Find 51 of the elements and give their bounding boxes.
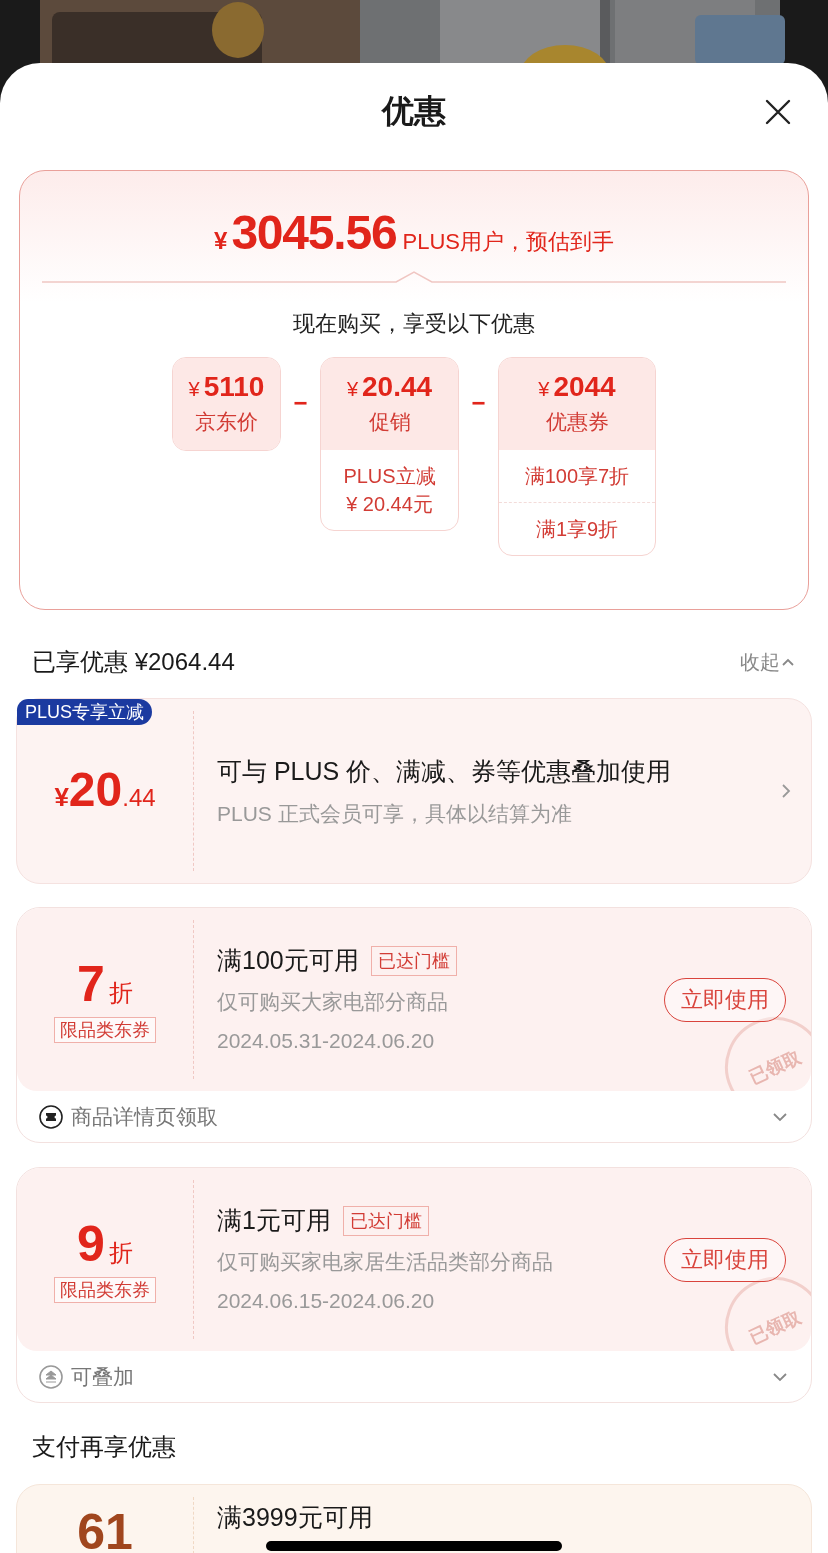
ticket-icon <box>39 1104 63 1129</box>
plus-badge: PLUS专享立减 <box>17 699 153 725</box>
coupon-type-tag: 限品类东券 <box>54 1016 156 1043</box>
chevron-right-icon[interactable] <box>780 782 792 800</box>
minus-sign: − <box>471 388 486 418</box>
coupon-type-tag: 限品类东券 <box>54 1276 156 1303</box>
currency-symbol: ¥ <box>214 226 228 256</box>
coupon-description: 仅可购买家电家居生活品类部分商品 <box>217 1248 554 1275</box>
chevron-down-icon[interactable] <box>771 1110 789 1123</box>
collapse-toggle[interactable]: 收起 <box>740 647 796 677</box>
section-heading: 已享优惠 ¥2064.44 <box>32 647 235 677</box>
price-note: PLUS用户，预估到手 <box>402 228 614 256</box>
coupon-source: 商品详情页领取 <box>71 1103 219 1130</box>
coupon-title: 满100元可用 <box>217 945 359 977</box>
breakdown-amount: 5110 <box>203 370 265 405</box>
discount-value: 61 <box>77 1505 133 1553</box>
section-heading: 支付再享优惠 <box>32 1432 176 1462</box>
offer-subtitle: PLUS 正式会员可享，具体以结算为准 <box>217 801 573 827</box>
coupon-description: 仅可购买大家电部分商品 <box>217 988 449 1015</box>
use-now-button[interactable]: 立即使用 <box>664 1237 786 1282</box>
estimated-price: 3045.56 <box>231 207 397 259</box>
threshold-tag: 已达门槛 <box>370 946 457 976</box>
coupon-title: 满1元可用 <box>217 1205 331 1237</box>
discount-rule: 满1享9折 <box>535 517 619 542</box>
discount-rule: 满100享7折 <box>524 464 630 489</box>
coupon-validity: 2024.05.31-2024.06.20 <box>217 1028 436 1055</box>
section-subtitle: 现在购买，享受以下优惠 <box>293 309 535 338</box>
stack-icon <box>39 1364 63 1389</box>
discount-value: 9 折 <box>77 1216 133 1271</box>
currency-symbol: ¥ <box>346 377 358 403</box>
breakdown-label: 优惠券 <box>545 409 609 436</box>
minus-sign: − <box>293 388 308 418</box>
breakdown-amount: 20.44 <box>362 370 433 405</box>
coupon-source: 可叠加 <box>71 1363 135 1390</box>
discount-value: 7 折 <box>77 956 133 1011</box>
currency-symbol: ¥ <box>538 377 550 403</box>
threshold-tag: 已达门槛 <box>342 1206 429 1236</box>
use-now-button[interactable]: 立即使用 <box>664 977 786 1022</box>
breakdown-label: 促销 <box>368 409 411 436</box>
coupon-validity: 2024.06.15-2024.06.20 <box>217 1288 436 1315</box>
sheet-title: 优惠 <box>382 91 446 131</box>
breakdown-label: 京东价 <box>195 409 258 436</box>
breakdown-amount: 2044 <box>553 370 616 405</box>
discount-amount: ¥20.44 <box>54 765 156 817</box>
chevron-down-icon[interactable] <box>771 1370 789 1383</box>
coupon-title: 满3999元可用 <box>217 1503 373 1531</box>
discount-rule: PLUS立减 <box>343 464 436 489</box>
offer-title: 可与 PLUS 价、满减、券等优惠叠加使用 <box>217 755 673 787</box>
currency-symbol: ¥ <box>188 377 200 403</box>
close-button[interactable] <box>764 98 792 126</box>
discount-amount: ¥ 20.44元 <box>346 492 433 517</box>
